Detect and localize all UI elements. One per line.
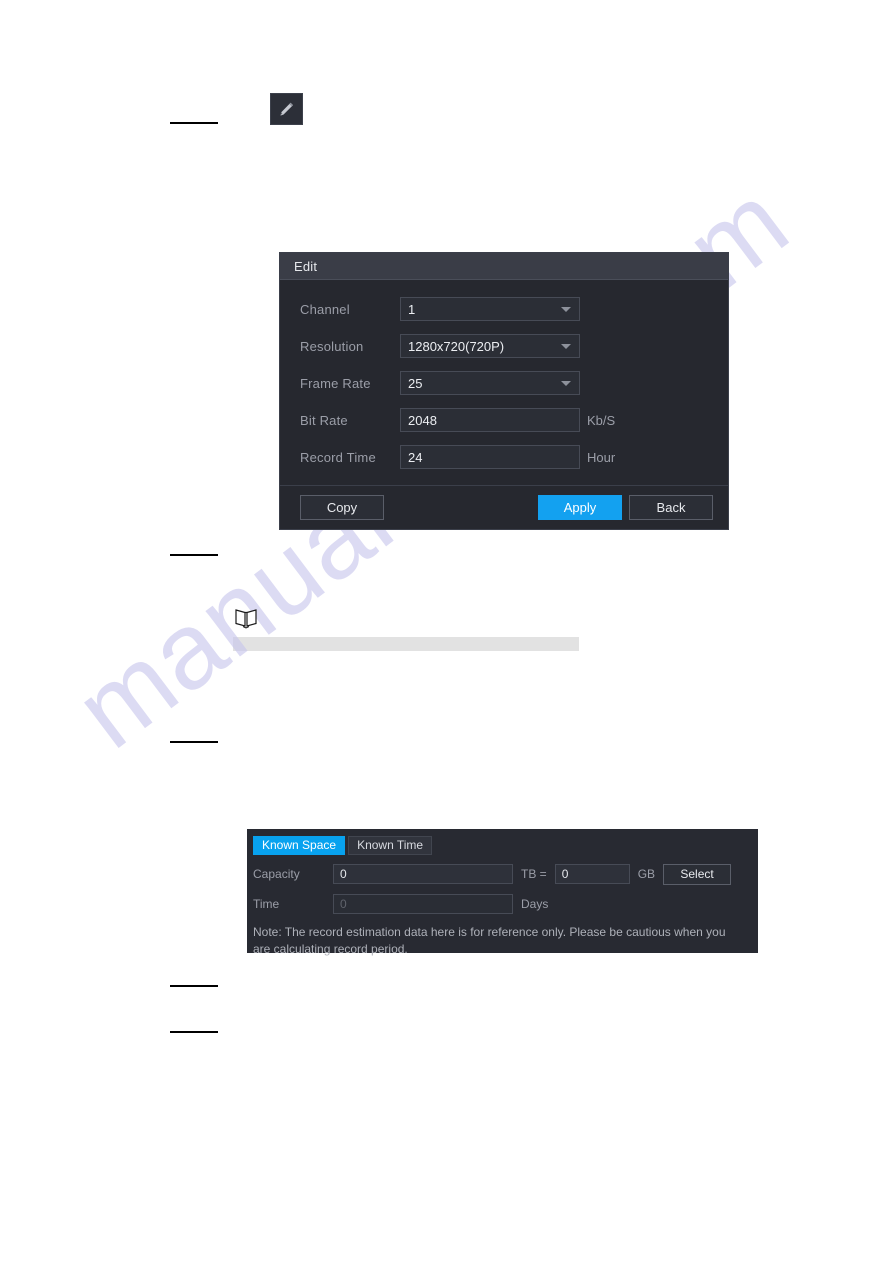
redaction-line: [170, 741, 218, 743]
edit-dialog: Edit Channel 1 Resolution 1280x720(720P)…: [279, 252, 729, 530]
label-time: Time: [253, 897, 280, 911]
channel-dropdown[interactable]: 1: [400, 297, 580, 321]
bit-rate-input[interactable]: 2048: [400, 408, 580, 432]
label-record-time: Record Time: [300, 449, 376, 465]
chevron-down-icon: [561, 381, 571, 386]
tab-known-time[interactable]: Known Time: [348, 835, 433, 855]
bit-rate-value: 2048: [408, 412, 437, 428]
record-estimate-panel: Known Space Known Time Capacity 0 TB = 0…: [247, 829, 758, 956]
dialog-title: Edit: [294, 258, 318, 274]
redaction-bar: [233, 637, 579, 651]
unit-days: Days: [521, 897, 549, 911]
label-frame-rate: Frame Rate: [300, 375, 371, 391]
redaction-line: [170, 554, 218, 556]
estimate-tabstrip: Known Space Known Time: [247, 834, 758, 856]
time-input[interactable]: 0: [333, 894, 513, 914]
edit-pencil-button[interactable]: [270, 93, 303, 125]
watermark-overlay: manualshive.com: [0, 0, 893, 1263]
redaction-line: [170, 122, 218, 124]
pencil-icon: [280, 102, 293, 116]
label-bit-rate: Bit Rate: [300, 412, 348, 428]
tab-known-space[interactable]: Known Space: [253, 835, 346, 855]
record-time-input[interactable]: 24: [400, 445, 580, 469]
form-row-record-time: Record Time 24 Hour: [280, 442, 728, 472]
dialog-body: Channel 1 Resolution 1280x720(720P) Fram…: [280, 280, 728, 472]
book-note-icon: [234, 607, 258, 629]
capacity-gb-input[interactable]: 0: [554, 864, 630, 884]
label-resolution: Resolution: [300, 338, 364, 354]
bit-rate-unit: Kb/S: [587, 412, 616, 428]
frame-rate-value: 25: [408, 375, 423, 391]
resolution-dropdown[interactable]: 1280x720(720P): [400, 334, 580, 358]
dialog-titlebar: Edit: [280, 253, 728, 280]
unit-tb: TB =: [521, 867, 547, 881]
form-row-bit-rate: Bit Rate 2048 Kb/S: [280, 405, 728, 435]
back-button[interactable]: Back: [629, 495, 713, 520]
redaction-line: [170, 1031, 218, 1033]
channel-value: 1: [408, 301, 416, 317]
form-row-channel: Channel 1: [280, 294, 728, 324]
copy-button[interactable]: Copy: [300, 495, 384, 520]
form-row-resolution: Resolution 1280x720(720P): [280, 331, 728, 361]
apply-button[interactable]: Apply: [538, 495, 622, 520]
record-time-value: 24: [408, 449, 423, 465]
record-time-unit: Hour: [587, 449, 616, 465]
estimate-note: Note: The record estimation data here is…: [253, 925, 726, 956]
capacity-tb-input[interactable]: 0: [333, 864, 513, 884]
unit-gb: GB: [637, 867, 656, 881]
time-row: Time 0 Days: [247, 892, 758, 916]
resolution-value: 1280x720(720P): [408, 338, 505, 354]
dialog-footer: Copy Apply Back: [280, 485, 728, 529]
frame-rate-dropdown[interactable]: 25: [400, 371, 580, 395]
chevron-down-icon: [561, 344, 571, 349]
chevron-down-icon: [561, 307, 571, 312]
label-channel: Channel: [300, 301, 350, 317]
select-button[interactable]: Select: [663, 863, 732, 885]
label-capacity: Capacity: [253, 867, 300, 881]
capacity-row: Capacity 0 TB = 0 GB Select: [247, 862, 758, 886]
redaction-line: [170, 985, 218, 987]
form-row-frame-rate: Frame Rate 25: [280, 368, 728, 398]
